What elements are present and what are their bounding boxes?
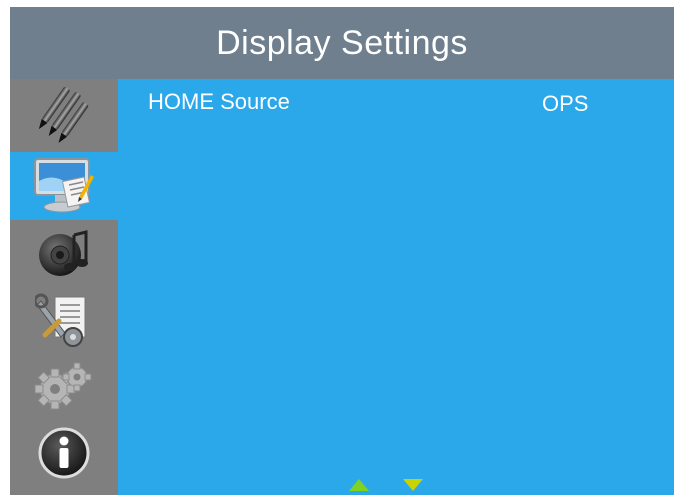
page-title: Display Settings [216,23,468,62]
setting-label: HOME Source [148,89,290,114]
sidebar-item-pencils[interactable] [10,81,118,149]
monitor-edit-icon [34,158,94,213]
main-panel: HOME Source OPS [118,79,674,495]
sidebar-item-setup[interactable] [10,286,118,354]
sidebar [10,79,118,495]
gears-icon [34,362,92,410]
nav-arrows [336,478,426,494]
setting-value[interactable]: OPS [542,91,588,117]
sidebar-item-display[interactable] [10,152,118,220]
sidebar-item-info[interactable] [10,419,118,487]
arrow-down-icon[interactable] [402,478,424,492]
sidebar-item-advanced[interactable] [10,353,118,421]
pencils-icon [38,86,89,143]
title-bar: Display Settings [10,7,674,79]
arrow-up-icon[interactable] [348,478,370,492]
tools-document-icon [35,293,86,347]
osd-window: Display Settings HOME Source OPS [10,7,674,495]
setting-row-home-source[interactable]: HOME Source OPS [118,79,674,119]
speaker-music-icon [39,230,88,276]
info-icon [38,427,90,479]
sidebar-item-audio[interactable] [10,219,118,287]
